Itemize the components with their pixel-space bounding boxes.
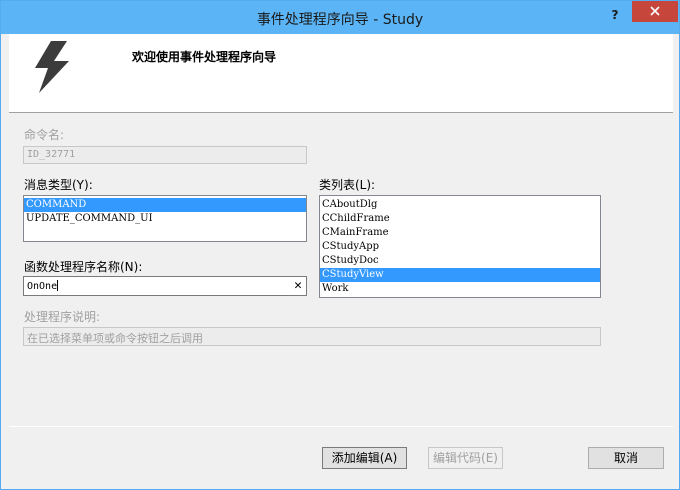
cancel-button[interactable]: 取消 <box>588 447 664 469</box>
event-handler-wizard-dialog: 事件处理程序向导 - Study ? 欢迎使用事件处理程序向导 命令名: ID_… <box>0 0 680 490</box>
window-frame <box>1 34 9 489</box>
class-item-caboutdlg[interactable]: CAboutDlg <box>320 198 600 212</box>
wizard-banner: 欢迎使用事件处理程序向导 <box>9 34 673 113</box>
handler-desc-label: 处理程序说明: <box>24 310 101 324</box>
class-list-label: 类列表(L): <box>319 178 376 192</box>
class-item-work[interactable]: Work <box>320 282 600 296</box>
banner-heading: 欢迎使用事件处理程序向导 <box>132 50 277 64</box>
lightning-bolt-icon <box>35 41 69 93</box>
command-name-field: ID_32771 <box>23 146 307 164</box>
text-caret <box>57 280 59 291</box>
class-list-listbox[interactable]: CAboutDlg CChildFrame CMainFrame CStudyA… <box>319 195 601 298</box>
handler-name-input[interactable]: OnOne ✕ <box>23 276 307 296</box>
window-title: 事件处理程序向导 - Study <box>256 12 424 28</box>
help-button[interactable]: ? <box>604 5 626 25</box>
command-name-label: 命令名: <box>24 128 65 142</box>
close-icon <box>650 6 660 16</box>
message-type-listbox[interactable]: COMMAND UPDATE_COMMAND_UI <box>23 195 307 242</box>
footer-divider <box>9 426 673 427</box>
clear-icon[interactable]: ✕ <box>294 279 302 292</box>
handler-desc-field: 在已选择菜单项或命令按钮之后调用 <box>23 327 601 346</box>
message-type-label: 消息类型(Y): <box>24 178 93 192</box>
message-type-item-command[interactable]: COMMAND <box>24 198 306 212</box>
edit-code-button[interactable]: 编辑代码(E) <box>428 447 503 469</box>
title-bar[interactable]: 事件处理程序向导 - Study ? <box>1 1 679 34</box>
add-edit-button[interactable]: 添加编辑(A) <box>322 447 407 469</box>
message-type-item-update-ui[interactable]: UPDATE_COMMAND_UI <box>24 212 306 226</box>
handler-name-value: OnOne <box>27 281 58 292</box>
handler-name-label: 函数处理程序名称(N): <box>24 260 143 274</box>
class-item-cmainframe[interactable]: CMainFrame <box>320 226 600 240</box>
class-item-cstudydoc[interactable]: CStudyDoc <box>320 254 600 268</box>
class-item-cstudyview[interactable]: CStudyView <box>320 268 600 282</box>
class-item-cstudyapp[interactable]: CStudyApp <box>320 240 600 254</box>
class-item-cchildframe[interactable]: CChildFrame <box>320 212 600 226</box>
close-button[interactable] <box>632 1 678 22</box>
